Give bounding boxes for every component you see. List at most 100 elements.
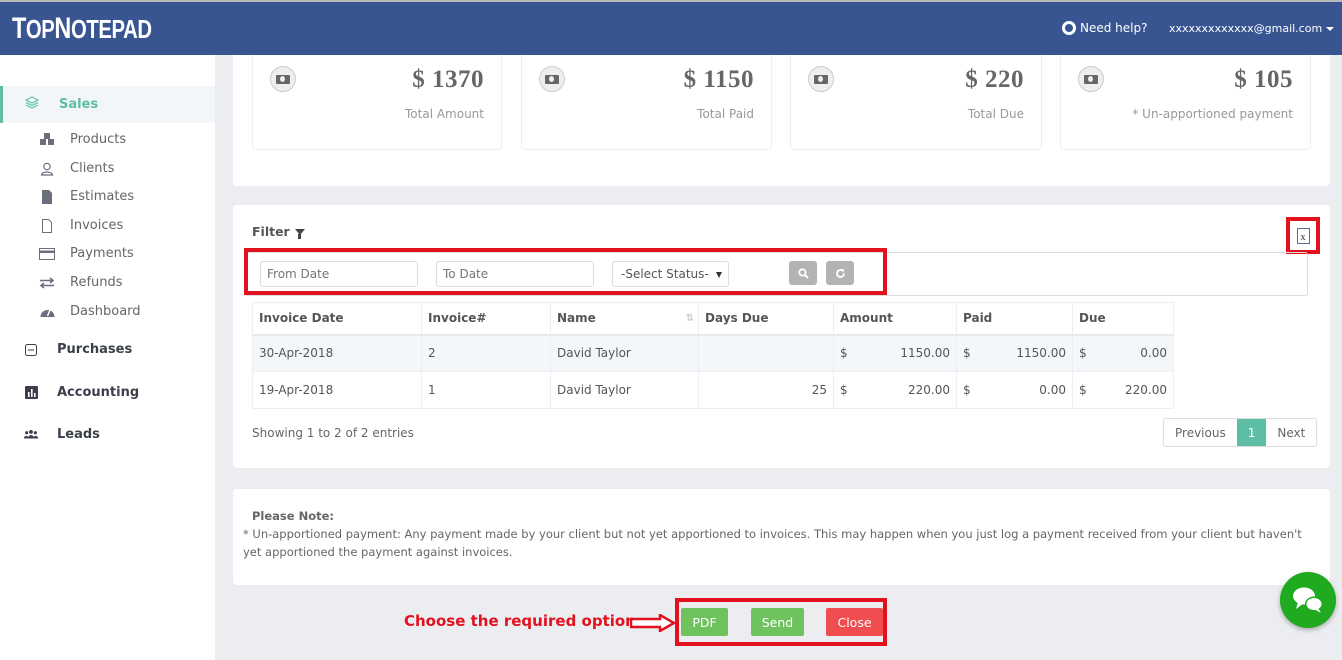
money-icon bbox=[270, 66, 296, 92]
logo[interactable]: TOPNOTEPAD bbox=[12, 12, 152, 46]
sidebar-item-invoices[interactable]: Invoices bbox=[38, 218, 123, 233]
table-row[interactable]: 30-Apr-2018 2 David Taylor $1150.00 $115… bbox=[252, 334, 1174, 372]
column-header[interactable]: Due bbox=[1072, 302, 1174, 336]
summary-amount: $ 105 bbox=[1234, 66, 1293, 93]
table-row[interactable]: 19-Apr-2018 1 David Taylor 25 $220.00 $0… bbox=[252, 371, 1174, 409]
logo-text: T bbox=[12, 12, 26, 45]
sidebar-item-label: Estimates bbox=[70, 189, 135, 204]
cell-amount: $220.00 bbox=[833, 371, 957, 409]
send-button[interactable]: Send bbox=[751, 608, 804, 636]
pdf-button[interactable]: PDF bbox=[681, 608, 728, 636]
cell-days-due: 25 bbox=[698, 371, 834, 409]
chat-bubbles-icon bbox=[1293, 587, 1323, 613]
paid-value: 0.00 bbox=[1039, 383, 1066, 397]
cell-due: $220.00 bbox=[1072, 371, 1174, 409]
cell-invoice-number: 1 bbox=[421, 371, 551, 409]
invoices-table: Invoice Date Invoice# Name ⇅ Days Due Amo… bbox=[252, 302, 1174, 409]
sidebar-item-products[interactable]: Products bbox=[38, 132, 126, 147]
users-icon bbox=[24, 429, 38, 440]
cell-name: David Taylor bbox=[550, 371, 699, 409]
note-body: * Un-apportioned payment: Any payment ma… bbox=[243, 527, 1302, 559]
close-button[interactable]: Close bbox=[826, 608, 883, 636]
pagination-page-1[interactable]: 1 bbox=[1236, 419, 1267, 446]
amount-value: 220.00 bbox=[908, 383, 950, 397]
pagination: Previous 1 Next bbox=[1163, 418, 1318, 447]
pagination-next[interactable]: Next bbox=[1266, 419, 1316, 446]
currency-symbol: $ bbox=[1079, 346, 1087, 361]
layers-icon bbox=[24, 96, 40, 113]
filter-icon bbox=[294, 228, 305, 239]
minus-square-icon bbox=[24, 343, 38, 356]
filter-heading: Filter bbox=[252, 224, 305, 239]
annotation-text: Choose the required option bbox=[404, 612, 636, 630]
file-outline-icon bbox=[38, 218, 56, 233]
logo-text: OP bbox=[25, 14, 55, 44]
need-help-label: Need help? bbox=[1080, 21, 1148, 35]
currency-symbol: $ bbox=[1079, 383, 1087, 397]
logo-text: N bbox=[54, 12, 71, 45]
sidebar-item-leads[interactable]: Leads bbox=[24, 427, 100, 442]
summary-caption: Total Paid bbox=[697, 107, 754, 121]
user-menu[interactable]: xxxxxxxxxxxxx@gmail.com bbox=[1169, 22, 1335, 35]
summary-amount: $ 1150 bbox=[683, 66, 754, 93]
column-header[interactable]: Invoice# bbox=[421, 302, 551, 336]
summary-panel: $ 1370 Total Amount $ 1150 Total Paid $ … bbox=[233, 55, 1330, 186]
dashboard-icon bbox=[38, 305, 56, 319]
cell-invoice-date: 30-Apr-2018 bbox=[252, 334, 422, 372]
note-panel: Please Note: * Un-apportioned payment: A… bbox=[233, 489, 1330, 585]
invoices-panel: Filter x -Select Status- Invoice Date In… bbox=[233, 205, 1330, 468]
sidebar-item-label: Sales bbox=[59, 97, 99, 112]
annotation-highlight-box: x bbox=[1286, 217, 1320, 254]
cell-paid: $1150.00 bbox=[956, 334, 1073, 372]
money-icon bbox=[1078, 66, 1104, 92]
need-help-link[interactable]: Need help? bbox=[1062, 21, 1147, 35]
top-header: TOPNOTEPAD Need help? xxxxxxxxxxxxx@gmai… bbox=[0, 0, 1342, 55]
sidebar-item-label: Products bbox=[70, 132, 127, 147]
sidebar-item-payments[interactable]: Payments bbox=[38, 246, 134, 261]
sidebar-item-estimates[interactable]: Estimates bbox=[38, 189, 134, 204]
table-header-row: Invoice Date Invoice# Name ⇅ Days Due Amo… bbox=[252, 302, 1174, 336]
file-filled-icon bbox=[38, 189, 56, 204]
sidebar-item-label: Dashboard bbox=[70, 304, 141, 319]
cell-due: $0.00 bbox=[1072, 334, 1174, 372]
money-icon bbox=[808, 66, 834, 92]
cell-invoice-number: 2 bbox=[421, 334, 551, 372]
amount-value: 1150.00 bbox=[900, 346, 950, 361]
sidebar-item-sales[interactable]: Sales bbox=[0, 86, 215, 123]
cell-name: David Taylor bbox=[550, 334, 699, 372]
sidebar-item-label: Purchases bbox=[57, 342, 133, 357]
sidebar-item-accounting[interactable]: Accounting bbox=[24, 385, 139, 400]
chat-button[interactable] bbox=[1280, 572, 1336, 628]
sidebar-item-clients[interactable]: Clients bbox=[38, 161, 114, 176]
column-header[interactable]: Amount bbox=[833, 302, 957, 336]
logo-text: OTEPAD bbox=[70, 14, 152, 44]
annotation-highlight-box bbox=[244, 248, 887, 295]
sidebar: Sales Products Clients Estimates Invoice… bbox=[0, 55, 215, 660]
column-header[interactable]: Days Due bbox=[698, 302, 834, 336]
pagination-previous[interactable]: Previous bbox=[1164, 419, 1237, 446]
sidebar-item-label: Refunds bbox=[70, 275, 123, 290]
sidebar-item-label: Leads bbox=[57, 427, 100, 442]
currency-symbol: $ bbox=[963, 346, 971, 361]
summary-caption: * Un-apportioned payment bbox=[1132, 107, 1293, 121]
bar-chart-icon bbox=[24, 386, 38, 399]
cell-days-due bbox=[698, 334, 834, 372]
currency-symbol: $ bbox=[840, 346, 848, 361]
column-header-name[interactable]: Name ⇅ bbox=[550, 302, 699, 336]
column-header-label: Name bbox=[557, 311, 596, 326]
cell-amount: $1150.00 bbox=[833, 334, 957, 372]
summary-caption: Total Due bbox=[967, 107, 1024, 121]
excel-icon-glyph: x bbox=[1300, 231, 1306, 243]
column-header[interactable]: Invoice Date bbox=[252, 302, 422, 336]
sidebar-item-dashboard[interactable]: Dashboard bbox=[38, 304, 141, 319]
summary-caption: Total Amount bbox=[405, 107, 484, 121]
excel-export-icon[interactable]: x bbox=[1296, 227, 1310, 244]
sort-icon: ⇅ bbox=[685, 313, 694, 324]
sidebar-item-refunds[interactable]: Refunds bbox=[38, 275, 123, 290]
money-icon bbox=[539, 66, 565, 92]
note-title: Please Note: bbox=[252, 509, 334, 523]
column-header[interactable]: Paid bbox=[956, 302, 1073, 336]
sidebar-item-purchases[interactable]: Purchases bbox=[24, 342, 132, 357]
paid-value: 1150.00 bbox=[1016, 346, 1066, 361]
sidebar-item-label: Accounting bbox=[57, 385, 140, 400]
